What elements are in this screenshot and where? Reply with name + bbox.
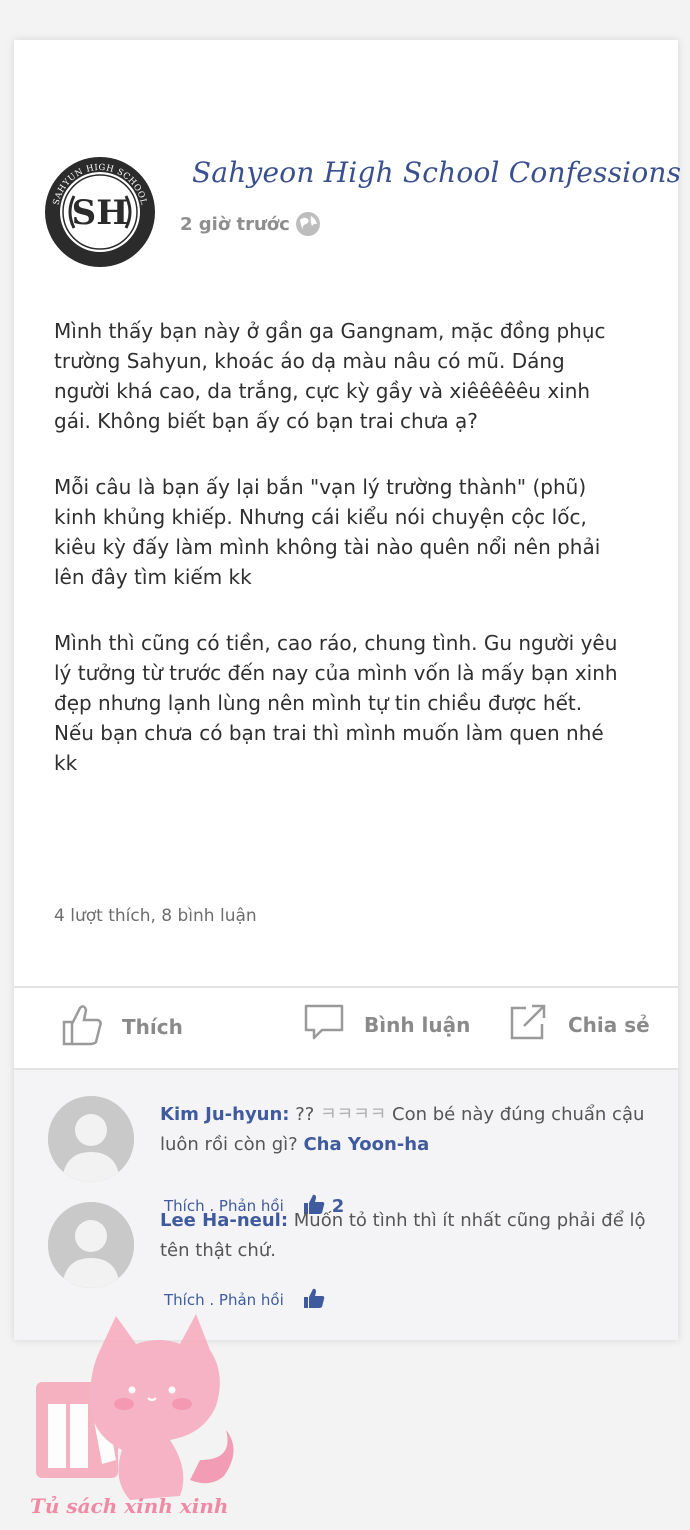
- like-label: Thích: [122, 1014, 183, 1039]
- page-logo[interactable]: SH SAHYUN HIGH SCHOOL SEOUL·1906: [44, 156, 156, 268]
- watermark-brand: Tủ sách xinh xinh: [30, 1494, 229, 1518]
- like-button[interactable]: Thích: [60, 1000, 183, 1053]
- post-timestamp[interactable]: 2 giờ trước: [180, 210, 322, 238]
- comment-text: Kim Ju-hyun: ?? ㅋㅋㅋㅋ Con bé này đúng chu…: [160, 1100, 660, 1160]
- divider: [14, 986, 678, 988]
- page-name-link[interactable]: Sahyeon High School Confessions: [192, 156, 681, 189]
- thumbs-up-icon: [60, 1000, 104, 1053]
- comment-button[interactable]: Bình luận: [302, 1000, 470, 1049]
- post-paragraph: Mình thấy bạn này ở gần ga Gangnam, mặc …: [54, 319, 606, 433]
- comment-author[interactable]: Kim Ju-hyun:: [160, 1104, 290, 1125]
- post-paragraph: Mỗi câu là bạn ấy lại bắn "vạn lý trường…: [54, 475, 601, 589]
- comment-author[interactable]: Lee Ha-neul:: [160, 1210, 288, 1231]
- comment-text: Lee Ha-neul: Muốn tỏ tình thì ít nhất cũ…: [160, 1206, 660, 1266]
- comment-laugh: ㅋㅋㅋㅋ: [320, 1104, 387, 1125]
- tagged-user-link[interactable]: Cha Yoon-ha: [303, 1134, 429, 1155]
- avatar[interactable]: [48, 1202, 134, 1288]
- comments-section: Kim Ju-hyun: ?? ㅋㅋㅋㅋ Con bé này đúng chu…: [14, 1070, 678, 1340]
- like-badge-icon: [302, 1286, 326, 1314]
- reaction-summary[interactable]: 4 lượt thích, 8 bình luận: [54, 906, 257, 926]
- action-bar: Thích Bình luận Chia sẻ: [14, 990, 678, 1068]
- watermark-mascot: [20, 1310, 250, 1510]
- time-text: 2 giờ trước: [180, 213, 290, 235]
- globe-icon: [294, 210, 322, 238]
- post-body: Mình thấy bạn này ở gần ga Gangnam, mặc …: [54, 316, 624, 814]
- comment-text-part: ??: [295, 1104, 321, 1125]
- logo-monogram: SH: [72, 193, 129, 233]
- share-button[interactable]: Chia sẻ: [506, 1000, 650, 1049]
- comment-like-reply-links[interactable]: Thích . Phản hồi: [164, 1291, 284, 1309]
- post-paragraph: Mình thì cũng có tiền, cao ráo, chung tì…: [54, 631, 618, 775]
- comment-icon: [302, 1000, 346, 1049]
- share-label: Chia sẻ: [568, 1012, 650, 1037]
- avatar[interactable]: [48, 1096, 134, 1182]
- comment-label: Bình luận: [364, 1012, 471, 1037]
- share-icon: [506, 1000, 550, 1049]
